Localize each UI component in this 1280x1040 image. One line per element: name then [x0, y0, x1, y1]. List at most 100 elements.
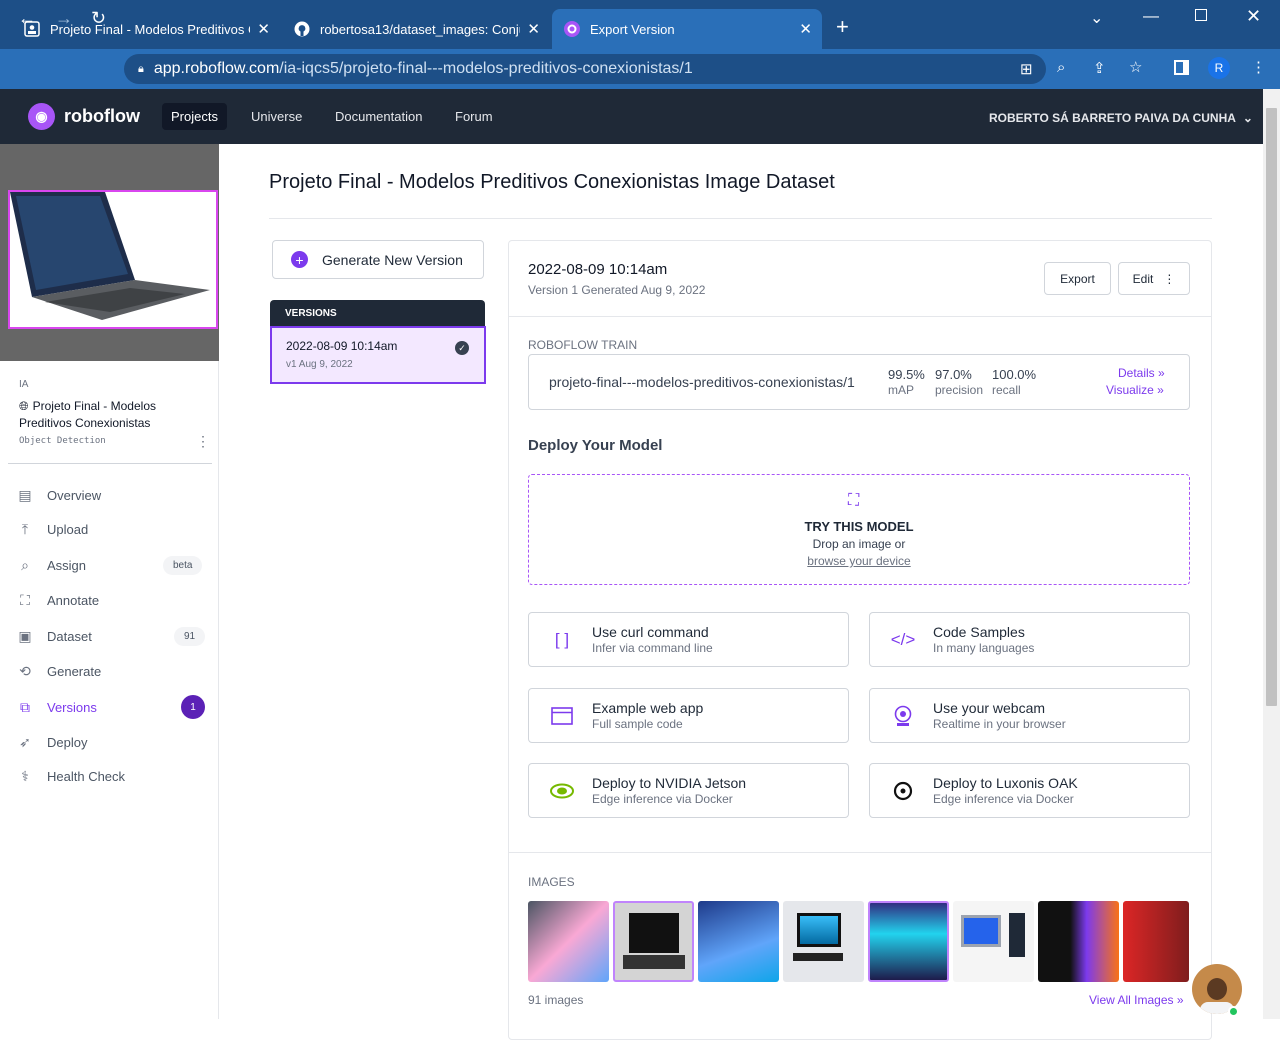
sidebar-item-deploy[interactable]: ➶ Deploy [16, 734, 87, 751]
nvidia-jetson-card[interactable]: Deploy to NVIDIA Jetson Edge inference v… [528, 763, 849, 818]
code-samples-card[interactable]: </> Code Samples In many languages [869, 612, 1190, 667]
edit-label: Edit [1132, 271, 1154, 286]
nav-documentation[interactable]: Documentation [326, 103, 431, 130]
close-icon[interactable]: ✕ [527, 20, 540, 38]
edit-button[interactable]: Edit ⋮ [1118, 262, 1190, 295]
browser-menu-icon[interactable]: ⋮ [1251, 58, 1266, 76]
nav-projects[interactable]: Projects [162, 103, 227, 130]
reload-icon[interactable]: ↻ [91, 8, 106, 29]
page-title: Projeto Final - Modelos Preditivos Conex… [269, 171, 835, 193]
browser-tab-2[interactable]: robertosa13/dataset_images: Conjun ✕ [282, 9, 550, 49]
window-close-icon[interactable]: ✕ [1246, 6, 1261, 27]
roboflow-logo-icon: ◉ [28, 103, 55, 130]
card-subtitle: Realtime in your browser [933, 717, 1066, 731]
sidebar-item-annotate[interactable]: ⛶ Annotate [16, 592, 99, 609]
card-title: Use curl command [592, 624, 709, 640]
version-subtitle: Version 1 Generated Aug 9, 2022 [528, 283, 706, 297]
sidebar-item-upload[interactable]: ⤒ Upload [16, 521, 88, 538]
generate-new-version-button[interactable]: + Generate New Version [272, 240, 484, 279]
browser-tab-1[interactable]: Projeto Final - Modelos Preditivos C ✕ [12, 9, 280, 49]
version-title: 2022-08-09 10:14am [528, 261, 668, 278]
maximize-icon[interactable] [1195, 9, 1207, 21]
nvidia-icon [549, 779, 575, 803]
browse-device-link[interactable]: browse your device [528, 554, 1190, 568]
sidebar-panel-icon[interactable] [1174, 60, 1189, 75]
try-title: TRY THIS MODEL [804, 519, 914, 534]
tab-title: Export Version [590, 21, 675, 37]
more-icon: ⋮ [1163, 271, 1176, 286]
project-type: Object Detection [19, 436, 106, 446]
versions-header: VERSIONS [270, 300, 485, 326]
beta-badge: beta [163, 556, 203, 575]
nav-universe[interactable]: Universe [242, 103, 311, 130]
forward-icon[interactable]: → [55, 8, 73, 29]
health-check-icon: ⚕ [21, 768, 29, 784]
sidebar-item-label: Assign [47, 558, 87, 573]
export-button[interactable]: Export [1044, 262, 1111, 295]
precision-value: 97.0% [935, 367, 972, 382]
browser-tab-3[interactable]: Export Version ✕ [552, 9, 822, 49]
nav-forum[interactable]: Forum [446, 103, 502, 130]
image-thumbnail[interactable] [1038, 901, 1119, 982]
image-thumbnail[interactable] [1123, 901, 1189, 982]
card-title: Deploy to Luxonis OAK [933, 775, 1078, 791]
versions-count-badge: 1 [181, 695, 205, 719]
map-label: mAP [888, 383, 915, 397]
project-options-icon[interactable]: ⋮ [196, 433, 210, 450]
close-icon[interactable]: ✕ [257, 20, 270, 38]
project-thumbnail[interactable] [8, 190, 218, 329]
image-thumbnail[interactable] [613, 901, 694, 982]
sidebar-item-label: Annotate [47, 593, 100, 608]
model-name: projeto-final---modelos-preditivos-conex… [549, 374, 855, 390]
deploy-heading: Deploy Your Model [528, 437, 663, 454]
luxonis-oak-card[interactable]: Deploy to Luxonis OAK Edge inference via… [869, 763, 1190, 818]
curl-command-card[interactable]: [ ] Use curl command Infer via command l… [528, 612, 849, 667]
minimize-icon[interactable]: — [1143, 8, 1159, 26]
card-subtitle: Edge inference via Docker [592, 792, 733, 806]
recall-label: recall [992, 383, 1021, 397]
sidebar-item-generate[interactable]: ⟲ Generate [16, 663, 101, 680]
zoom-icon[interactable]: ⌕ [1057, 59, 1065, 76]
share-icon[interactable]: ⇪ [1093, 59, 1106, 77]
rocket-icon: ➶ [19, 734, 31, 750]
bookmark-star-icon[interactable]: ☆ [1129, 58, 1142, 76]
roboflow-logo[interactable]: ◉ roboflow [28, 103, 140, 130]
project-name[interactable]: 🌐︎ Projeto Final - Modelos Preditivos Con… [19, 398, 199, 432]
image-thumbnail[interactable] [528, 901, 609, 982]
sidebar-item-health-check[interactable]: ⚕ Health Check [16, 768, 125, 785]
scrollbar-thumb[interactable] [1266, 108, 1277, 706]
new-tab-icon[interactable]: + [836, 14, 849, 40]
example-web-app-card[interactable]: Example web app Full sample code [528, 688, 849, 743]
card-title: Code Samples [933, 624, 1025, 640]
annotate-icon: ⛶ [20, 592, 30, 608]
translate-icon[interactable]: ⊞ [1020, 60, 1033, 78]
version-list-item[interactable]: 2022-08-09 10:14am v1 Aug 9, 2022 ✓ [270, 326, 486, 384]
sidebar-item-assign[interactable]: ⌕ Assign [16, 557, 86, 574]
view-all-images-link[interactable]: View All Images » [1089, 993, 1184, 1007]
brand-name: roboflow [64, 106, 140, 126]
generate-icon: ⟲ [19, 663, 31, 679]
sidebar-item-overview[interactable]: ▤ Overview [16, 487, 101, 504]
image-thumbnail[interactable] [953, 901, 1034, 982]
check-icon: ✓ [455, 341, 469, 355]
profile-avatar[interactable]: R [1208, 57, 1230, 79]
github-icon [294, 21, 310, 37]
webcam-card[interactable]: Use your webcam Realtime in your browser [869, 688, 1190, 743]
train-label: ROBOFLOW TRAIN [528, 338, 638, 352]
user-menu[interactable]: ROBERTO SÁ BARRETO PAIVA DA CUNHA ⌄ [989, 111, 1253, 125]
generate-label: Generate New Version [322, 251, 463, 268]
sidebar-item-versions[interactable]: ⧉ Versions [16, 699, 97, 716]
tab-search-chevron-icon[interactable]: ⌄ [1090, 8, 1103, 28]
image-thumbnail[interactable] [783, 901, 864, 982]
details-link[interactable]: Details » [1118, 366, 1165, 380]
image-thumbnail[interactable] [698, 901, 779, 982]
close-icon[interactable]: ✕ [799, 20, 812, 38]
sidebar-item-label: Versions [47, 700, 97, 715]
dataset-count-badge: 91 [174, 627, 206, 646]
back-icon[interactable]: ← [18, 8, 36, 29]
image-thumbnail[interactable] [868, 901, 949, 982]
try-subtitle: Drop an image or [812, 537, 906, 551]
visualize-link[interactable]: Visualize » [1106, 383, 1164, 397]
sidebar-item-dataset[interactable]: ▣ Dataset [16, 628, 91, 645]
url-field[interactable]: 🔒︎ app.roboflow.com/ia-iqcs5/projeto-fin… [124, 54, 1046, 84]
